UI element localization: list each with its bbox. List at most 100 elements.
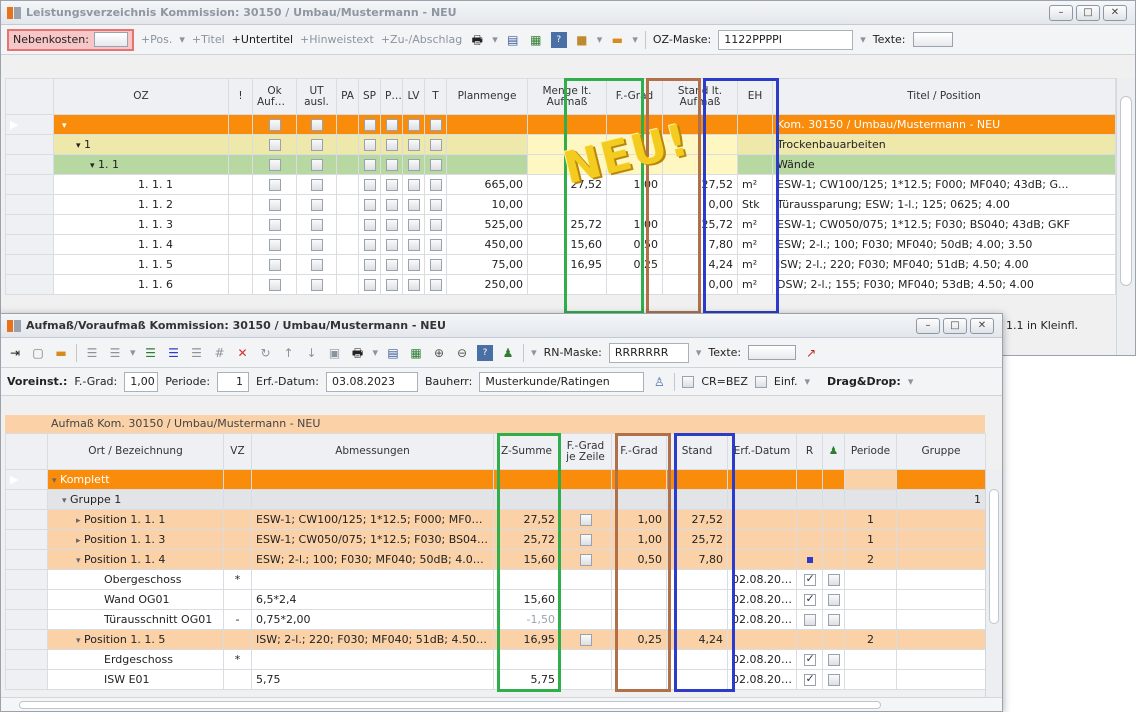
expand-arrow-icon[interactable]: ▾ bbox=[76, 636, 81, 646]
ok-aufmass-cell[interactable] bbox=[252, 214, 297, 235]
chevron-down-icon[interactable]: ▾ bbox=[908, 375, 914, 388]
periode-cell[interactable] bbox=[844, 649, 897, 670]
r-cell[interactable] bbox=[796, 529, 823, 550]
fgrad-je-zeile-cell[interactable] bbox=[559, 469, 612, 490]
people-checkbox[interactable] bbox=[827, 574, 840, 586]
col-ok-aufmass[interactable]: Ok Aufmaß bbox=[252, 78, 297, 115]
excl-cell[interactable] bbox=[228, 254, 253, 275]
col-fgrad[interactable]: F.-Grad bbox=[611, 433, 667, 470]
fgrad-je-zeile-checkbox[interactable] bbox=[579, 514, 592, 526]
col-stand[interactable]: Stand bbox=[666, 433, 728, 470]
periode-cell[interactable] bbox=[844, 469, 897, 490]
lv-table-row[interactable]: 1. 1. 5 75,00 16,95 0,25 4,24 m² ISW; 2-l.; 22… bbox=[5, 254, 1116, 275]
ok-aufmass-cell[interactable] bbox=[252, 254, 297, 275]
ort-cell[interactable]: ▸ Position 1. 1. 1 bbox=[47, 509, 224, 530]
erf-datum-cell[interactable]: 02.08.2023 bbox=[727, 589, 797, 610]
box-icon[interactable]: ■ bbox=[574, 32, 590, 48]
people-cell[interactable] bbox=[822, 469, 845, 490]
stand-cell[interactable] bbox=[666, 669, 728, 690]
periode-cell[interactable]: 2 bbox=[844, 549, 897, 570]
periode-cell[interactable] bbox=[844, 589, 897, 610]
r-cell[interactable] bbox=[796, 669, 823, 690]
col-eh[interactable]: EH bbox=[737, 78, 773, 115]
lv-scroll-thumb[interactable] bbox=[1120, 96, 1132, 286]
excl-cell[interactable] bbox=[228, 134, 253, 155]
undo-icon[interactable]: ↻ bbox=[258, 345, 274, 361]
expand-arrow-icon[interactable]: ▸ bbox=[76, 536, 81, 546]
stand-cell[interactable]: 0,00 bbox=[662, 194, 738, 215]
expand-arrow-icon[interactable]: ▾ bbox=[62, 496, 67, 506]
zsumme-cell[interactable]: 25,72 bbox=[493, 529, 560, 550]
erf-datum-cell[interactable] bbox=[727, 489, 797, 510]
stand-cell[interactable] bbox=[666, 649, 728, 670]
lv-table-row[interactable]: 1. 1. 6 250,00 0,00 m² DSW; 2-l.; 155; F030;… bbox=[5, 274, 1116, 295]
vz-cell[interactable]: * bbox=[223, 569, 252, 590]
eh-cell[interactable] bbox=[737, 134, 773, 155]
lv-vertical-scrollbar[interactable] bbox=[1116, 78, 1135, 355]
ruler-icon[interactable]: ▬ bbox=[609, 32, 625, 48]
pa-cell[interactable] bbox=[336, 134, 359, 155]
people-checkbox[interactable] bbox=[827, 594, 840, 606]
expand-arrow-icon[interactable]: ▾ bbox=[62, 121, 67, 131]
expand-arrow-icon[interactable]: ▾ bbox=[52, 476, 57, 486]
fgrad-cell[interactable]: 0,50 bbox=[611, 549, 667, 570]
report-icon[interactable]: ▤ bbox=[505, 32, 521, 48]
oz-cell[interactable]: ▾ 1. 1 bbox=[53, 154, 229, 175]
pm-cell[interactable] bbox=[380, 234, 403, 255]
erf-datum-cell[interactable] bbox=[727, 529, 797, 550]
fgrad-cell[interactable] bbox=[611, 669, 667, 690]
ut-ausl-cell[interactable] bbox=[296, 234, 337, 255]
fgrad-je-zeile-cell[interactable] bbox=[559, 569, 612, 590]
row-indicator[interactable] bbox=[5, 274, 54, 295]
r-cell[interactable] bbox=[796, 609, 823, 630]
row-indicator[interactable] bbox=[5, 174, 54, 195]
ut-ausl-cell[interactable] bbox=[296, 194, 337, 215]
stand-cell[interactable] bbox=[666, 589, 728, 610]
vz-cell[interactable] bbox=[223, 589, 252, 610]
row-checkbox[interactable] bbox=[268, 119, 281, 131]
fgrad-cell[interactable] bbox=[606, 194, 663, 215]
close-icon[interactable]: ✕ bbox=[1103, 4, 1127, 21]
vz-cell[interactable] bbox=[223, 669, 252, 690]
menge-cell[interactable] bbox=[527, 194, 607, 215]
row-indicator[interactable] bbox=[5, 254, 54, 275]
row-checkbox[interactable] bbox=[268, 179, 281, 191]
r-cell[interactable] bbox=[796, 629, 823, 650]
ort-cell[interactable]: ▾ Gruppe 1 bbox=[47, 489, 224, 510]
t-cell[interactable] bbox=[424, 134, 447, 155]
excl-cell[interactable] bbox=[228, 214, 253, 235]
vz-cell[interactable] bbox=[223, 509, 252, 530]
stand-cell[interactable]: 27,52 bbox=[662, 174, 738, 195]
sp-cell[interactable] bbox=[358, 194, 381, 215]
row-indicator[interactable] bbox=[5, 589, 48, 610]
ut-ausl-cell[interactable] bbox=[296, 254, 337, 275]
close-icon[interactable]: ✕ bbox=[970, 317, 994, 334]
zsumme-cell[interactable] bbox=[493, 469, 560, 490]
save-icon[interactable]: ▣ bbox=[327, 345, 343, 361]
abmessungen-cell[interactable]: 5,75 bbox=[251, 669, 494, 690]
expand-arrow-icon[interactable]: ▾ bbox=[76, 141, 81, 151]
excl-cell[interactable] bbox=[228, 274, 253, 295]
erf-datum-cell[interactable]: 02.08.2023 bbox=[727, 569, 797, 590]
vz-cell[interactable] bbox=[223, 549, 252, 570]
abmessungen-cell[interactable]: ESW; 2-l.; 100; F030; MF040; 50dB; 4.00;… bbox=[251, 549, 494, 570]
excl-cell[interactable] bbox=[228, 194, 253, 215]
t-cell[interactable] bbox=[424, 234, 447, 255]
abmessungen-cell[interactable] bbox=[251, 569, 494, 590]
planmenge-cell[interactable] bbox=[446, 154, 528, 175]
fgrad-input[interactable]: 1,00 bbox=[124, 371, 159, 392]
col-pa[interactable]: PA bbox=[336, 78, 359, 115]
people-cell[interactable] bbox=[822, 509, 845, 530]
lv-cell[interactable] bbox=[402, 254, 425, 275]
ort-cell[interactable]: ISW E01 bbox=[47, 669, 224, 690]
row-indicator[interactable] bbox=[5, 489, 48, 510]
stand-cell[interactable] bbox=[666, 489, 728, 510]
row-checkbox[interactable] bbox=[310, 239, 323, 251]
texte-toggle[interactable] bbox=[748, 345, 797, 360]
hash-icon[interactable]: # bbox=[212, 345, 228, 361]
titel-cell[interactable]: ESW-1; CW100/125; 1*12.5; F000; MF040; 4… bbox=[772, 174, 1116, 195]
chevron-down-icon[interactable]: ▾ bbox=[696, 346, 702, 359]
row-checkbox[interactable] bbox=[385, 239, 398, 251]
table-row[interactable]: ISW E01 5,75 5,75 02.08.2023 bbox=[5, 669, 986, 690]
printer-icon[interactable]: 🖶 bbox=[350, 345, 366, 361]
